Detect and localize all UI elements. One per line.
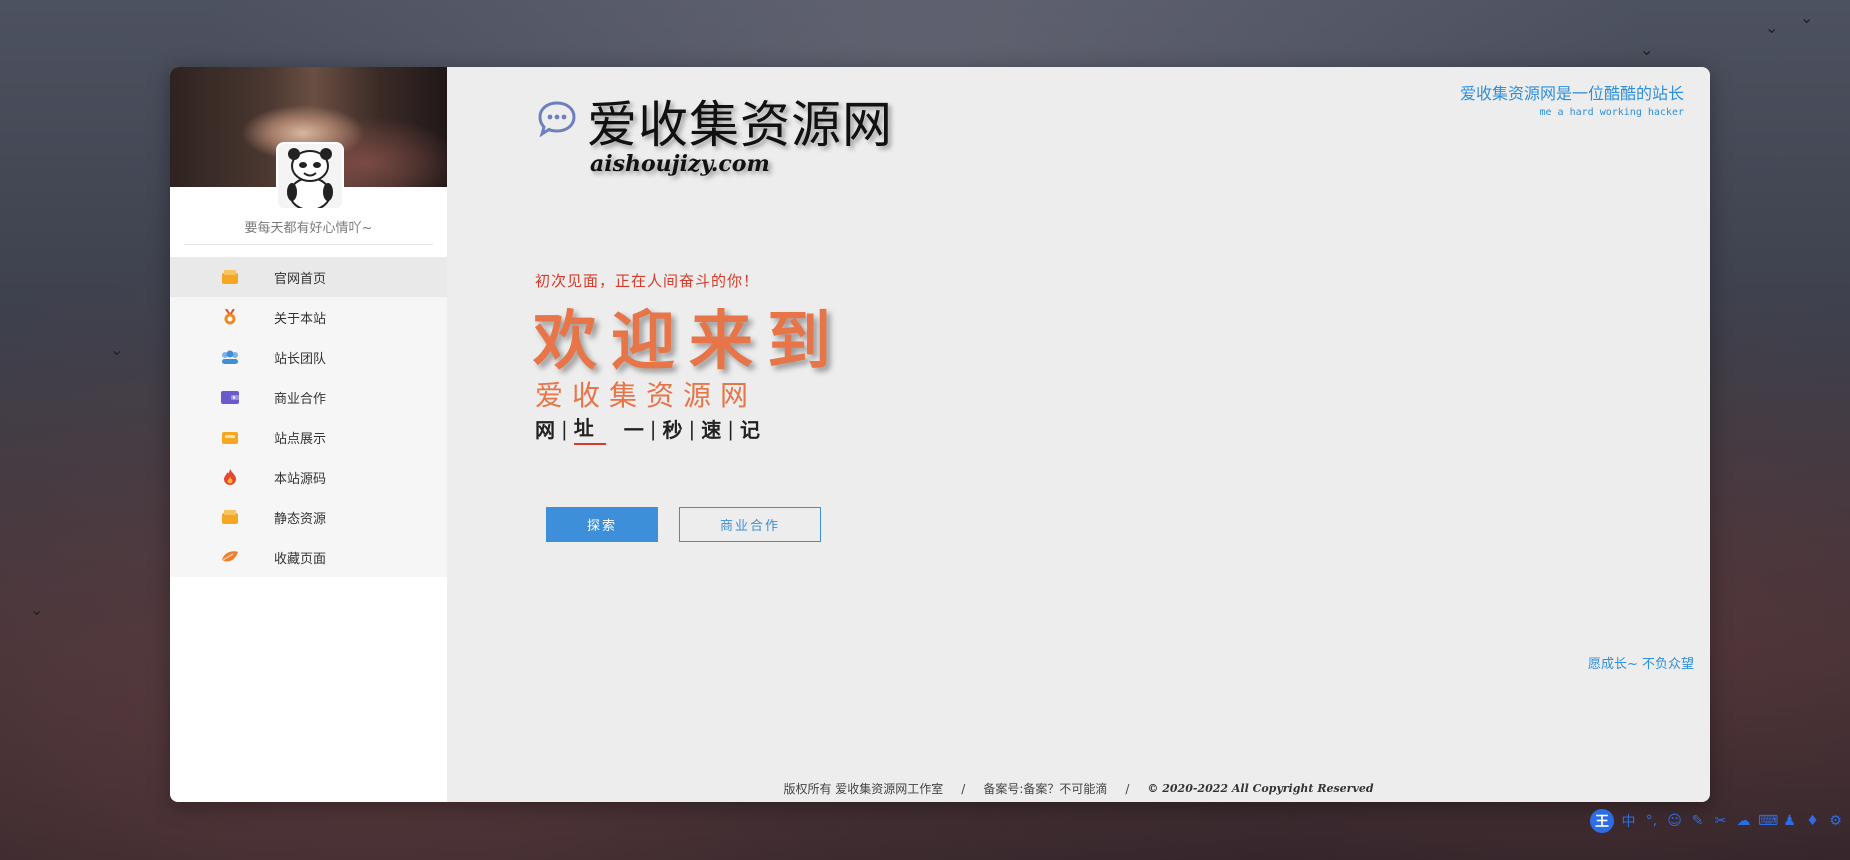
footer: 版权所有 爱收集资源网工作室 / 备案号:备案？不可能滴 / © 2020-20… — [447, 780, 1710, 797]
footer-rights: 版权所有 爱收集资源网工作室 — [783, 782, 944, 796]
separator: | — [561, 416, 568, 441]
footer-separator: / — [1125, 781, 1130, 796]
address-char: 速 — [701, 418, 722, 442]
greeting-text: 初次见面，正在人间奋斗的你！ — [535, 272, 760, 290]
separator: | — [688, 416, 696, 441]
bird-decoration: ⌄ — [1800, 8, 1814, 27]
sidebar-item-label: 关于本站 — [274, 311, 327, 327]
ime-punctuation-icon[interactable]: °, — [1643, 813, 1660, 829]
explore-button[interactable]: 探索 — [546, 507, 658, 542]
ime-mode-toggle[interactable]: 中 — [1620, 811, 1637, 831]
address-slogan: 网 | 址 一 | 秒 | 速 | 记 — [535, 412, 760, 445]
sidebar-item-label: 站长团队 — [274, 351, 327, 367]
wallet-icon — [221, 388, 239, 406]
sidebar-item-showcase[interactable]: 站点展示 — [170, 417, 447, 457]
sidebar-item-home[interactable]: 官网首页 — [170, 257, 447, 297]
team-icon — [221, 348, 239, 366]
bird-decoration: ⌄ — [110, 340, 124, 359]
ime-skin-icon[interactable]: ♦ — [1804, 813, 1821, 829]
ime-emoji-icon[interactable]: ☺ — [1666, 813, 1683, 829]
sidebar-item-source[interactable]: 本站源码 — [170, 457, 447, 497]
ime-user-icon[interactable]: ♟ — [1781, 813, 1798, 829]
separator: | — [649, 416, 657, 441]
separator: | — [727, 416, 734, 441]
footer-copyright: © 2020-2022 All Copyright Reserved — [1147, 782, 1374, 795]
sidebar-item-label: 本站源码 — [274, 471, 327, 487]
sidebar: 要每天都有好心情吖~ 官网首页 关于本站 站长团队 商业合作 站点展示 本站源码… — [170, 67, 447, 802]
tagline-en-text: me a hard working hacker — [1539, 107, 1685, 118]
sidebar-item-label: 站点展示 — [274, 431, 327, 447]
chat-bubble-icon — [537, 100, 577, 142]
ime-logo-icon[interactable]: 王 — [1590, 809, 1614, 833]
address-char: 址 — [573, 412, 606, 445]
ime-keyboard-icon[interactable]: ⌨ — [1758, 813, 1778, 829]
sidebar-item-label: 收藏页面 — [274, 551, 327, 567]
bird-decoration: ⌄ — [1765, 18, 1779, 37]
ime-settings-icon[interactable]: ⚙ — [1827, 813, 1844, 829]
welcome-heading: 欢迎来到 — [533, 305, 845, 379]
sidebar-item-about[interactable]: 关于本站 — [170, 297, 447, 337]
main-window: 要每天都有好心情吖~ 官网首页 关于本站 站长团队 商业合作 站点展示 本站源码… — [170, 67, 1710, 802]
bird-decoration: ⌄ — [1640, 40, 1654, 59]
side-note: 愿成长~ 不负众望 — [1587, 657, 1694, 672]
sidebar-item-label: 官网首页 — [274, 271, 327, 287]
site-title: 爱收集资源网 — [587, 96, 893, 154]
ime-pen-icon[interactable]: ✎ — [1689, 813, 1706, 829]
sidebar-item-static[interactable]: 静态资源 — [170, 497, 447, 537]
sidebar-item-label: 静态资源 — [274, 511, 327, 527]
fire-icon — [221, 468, 239, 486]
sidebar-nav: 官网首页 关于本站 站长团队 商业合作 站点展示 本站源码 静态资源 收藏页面 — [170, 257, 447, 577]
bird-decoration: ⌄ — [30, 600, 44, 619]
sidebar-item-business[interactable]: 商业合作 — [170, 377, 447, 417]
sidebar-item-favorites[interactable]: 收藏页面 — [170, 537, 447, 577]
ime-toolbar: 王 中 °, ☺ ✎ ✂ ☁ ⌨ ♟ ♦ ⚙ — [1584, 806, 1850, 836]
address-char: 记 — [740, 418, 760, 442]
main-panel: 爱收集资源网 aishoujizy.com 爱收集资源网是一位酷酷的站长 me … — [447, 67, 1710, 802]
display-box-icon — [221, 428, 239, 446]
home-box-icon — [221, 268, 239, 286]
sidebar-item-label: 商业合作 — [274, 391, 327, 407]
hero-site-name: 爱收集资源网 — [535, 379, 758, 412]
leaf-icon — [221, 548, 239, 566]
ime-scissors-icon[interactable]: ✂ — [1712, 813, 1729, 829]
box-icon — [221, 508, 239, 526]
site-domain: aishoujizy.com — [590, 151, 770, 177]
avatar[interactable] — [276, 142, 344, 210]
header-tagline: 爱收集资源网是一位酷酷的站长 me a hard working hacker — [1424, 84, 1685, 119]
sidebar-motto: 要每天都有好心情吖~ — [184, 217, 433, 245]
address-char: 一 — [623, 418, 644, 442]
address-char: 网 — [535, 418, 555, 442]
medal-icon — [221, 308, 239, 326]
footer-separator: / — [961, 781, 966, 796]
tagline-text: 爱收集资源网是一位酷酷的站长 — [1459, 84, 1684, 103]
footer-icp[interactable]: 备案号:备案？不可能滴 — [983, 780, 1107, 797]
site-logo[interactable]: 爱收集资源网 — [537, 85, 893, 157]
ime-cloud-icon[interactable]: ☁ — [1735, 813, 1752, 829]
sidebar-item-team[interactable]: 站长团队 — [170, 337, 447, 377]
business-button[interactable]: 商业合作 — [679, 507, 821, 542]
address-char: 秒 — [662, 418, 683, 442]
